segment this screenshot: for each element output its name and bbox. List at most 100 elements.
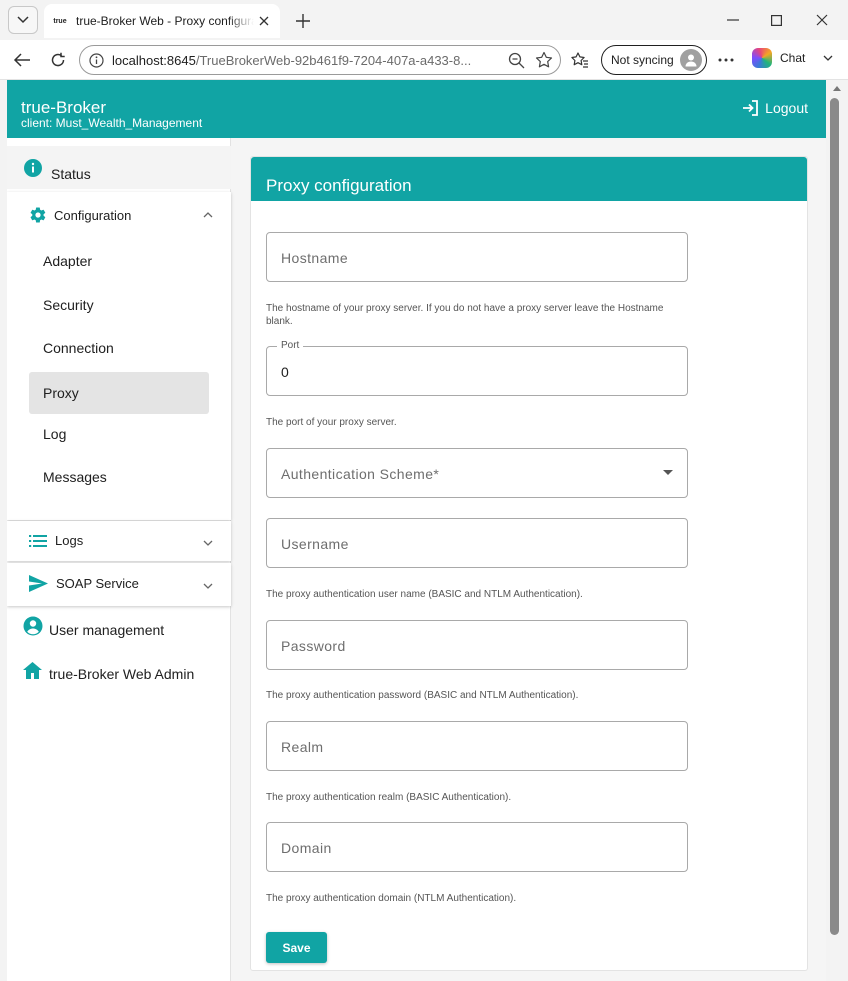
client-name: client: Must_Wealth_Management [21,116,203,130]
true-broker-favicon-icon: true [53,17,67,25]
address-bar[interactable]: localhost:8645/TrueBrokerWeb-92b461f9-72… [79,45,561,75]
gear-icon [29,206,47,224]
maximize-button[interactable] [766,10,786,30]
tab-title: true-Broker Web - Proxy configuration [76,14,254,28]
soap-service-panel[interactable]: SOAP Service [7,563,231,606]
domain-hint: The proxy authentication domain (NTLM Au… [266,893,517,904]
profile-label: Not syncing [611,53,674,67]
app-name: true-Broker [21,98,107,117]
more-dots-icon [718,58,734,62]
username-hint: The proxy authentication user name (BASI… [266,589,583,600]
hostname-hint: The hostname of your proxy server. If yo… [266,303,664,327]
window-close-button[interactable] [812,10,832,30]
minimize-button[interactable] [723,10,743,30]
chevron-up-icon[interactable] [203,212,213,218]
domain-placeholder: Domain [281,840,332,856]
avatar [680,49,702,71]
tab-close-icon[interactable] [256,13,272,29]
copilot-icon [752,48,772,68]
soap-service-label: SOAP Service [56,576,139,591]
dropdown-arrow-icon [663,470,673,475]
sidebar-item-messages[interactable]: Messages [29,456,209,498]
more-options-button[interactable] [716,50,736,70]
browser-titlebar: true true-Broker Web - Proxy configurati… [0,0,848,40]
logout-icon [741,99,759,117]
logs-header: Logs [29,533,83,548]
password-placeholder: Password [281,638,346,654]
sidebar-item-proxy[interactable]: Proxy [29,372,209,414]
zoom-icon[interactable] [508,52,525,69]
back-button[interactable] [12,50,32,70]
sidebar-item-connection[interactable]: Connection [29,327,209,369]
arrow-left-icon [13,53,30,67]
configuration-panel: Configuration Adapter Security Connectio… [7,192,231,520]
password-hint: The proxy authentication password (BASIC… [266,690,579,701]
user-management-label: User management [49,622,165,638]
url-text[interactable]: localhost:8645/TrueBrokerWeb-92b461f9-72… [112,53,498,68]
proxy-config-card: Proxy configuration Hostname The hostnam… [250,156,808,971]
card-header: Proxy configuration [251,157,807,201]
favorite-star-icon[interactable] [535,51,553,69]
scroll-up-arrow-icon[interactable] [833,86,841,91]
url-path: /TrueBrokerWeb-92b461f9-7204-407a-a433-8… [195,53,472,68]
minimize-icon [727,19,739,21]
auth-scheme-placeholder: Authentication Scheme* [281,466,440,482]
favorites-list-icon [571,52,588,68]
realm-hint: The proxy authentication realm (BASIC Au… [266,792,512,803]
port-input[interactable]: Port 0 [266,340,688,396]
realm-input[interactable]: Realm [266,721,688,771]
person-icon [685,54,697,67]
username-input[interactable]: Username [266,518,688,568]
sidebar-item-adapter[interactable]: Adapter [29,240,209,282]
chevron-down-icon [203,583,213,589]
list-icon [29,534,47,548]
page-scrollbar[interactable] [826,80,848,981]
hostname-input[interactable]: Hostname [266,232,688,282]
domain-input[interactable]: Domain [266,822,688,872]
app-header: true-Broker client: Must_Wealth_Manageme… [7,80,826,138]
maximize-icon [770,14,782,26]
page-title: Proxy configuration [266,176,412,195]
logout-button[interactable]: Logout [741,99,808,117]
home-icon [23,661,42,679]
realm-placeholder: Realm [281,739,324,755]
username-placeholder: Username [281,536,349,552]
sidebar-item-security[interactable]: Security [29,284,209,326]
sidebar-item-log[interactable]: Log [29,413,209,455]
app-viewport: true-Broker client: Must_Wealth_Manageme… [7,80,826,981]
status-label: Status [51,166,91,182]
chevron-down-icon [17,16,29,24]
chevron-down-icon [203,540,213,546]
scrollbar-thumb[interactable] [830,98,839,935]
status-row: Status [23,154,91,182]
save-button[interactable]: Save [266,932,327,963]
browser-tab-active[interactable]: true true-Broker Web - Proxy configurati… [44,4,280,38]
close-icon [816,14,828,26]
copilot-chat-button[interactable]: Chat [752,48,833,68]
profile-button[interactable]: Not syncing [601,45,707,75]
send-icon [29,575,48,592]
password-input[interactable]: Password [266,620,688,670]
logs-panel[interactable]: Logs [7,521,231,561]
chat-label: Chat [780,51,806,65]
authentication-scheme-select[interactable]: Authentication Scheme* [266,448,688,498]
port-label: Port [277,340,304,351]
logout-label: Logout [765,100,808,116]
port-value: 0 [281,364,289,380]
sidebar-item-admin[interactable]: true-Broker Web Admin [23,658,194,682]
admin-label: true-Broker Web Admin [49,666,195,682]
port-hint: The port of your proxy server. [266,417,397,428]
soap-service-header: SOAP Service [29,575,139,592]
plus-icon [296,14,310,28]
account-icon [23,616,43,636]
favorites-button[interactable] [570,50,590,70]
chevron-down-icon [823,55,833,61]
refresh-button[interactable] [48,50,68,70]
sidebar-item-status[interactable]: Status [7,146,231,189]
site-info-icon[interactable] [89,53,104,68]
new-tab-button[interactable] [292,10,314,32]
configuration-header[interactable]: Configuration [29,206,131,224]
sidebar-item-user-management[interactable]: User management [23,614,164,638]
url-host: localhost:8645 [112,53,196,68]
tab-actions-button[interactable] [8,6,38,34]
